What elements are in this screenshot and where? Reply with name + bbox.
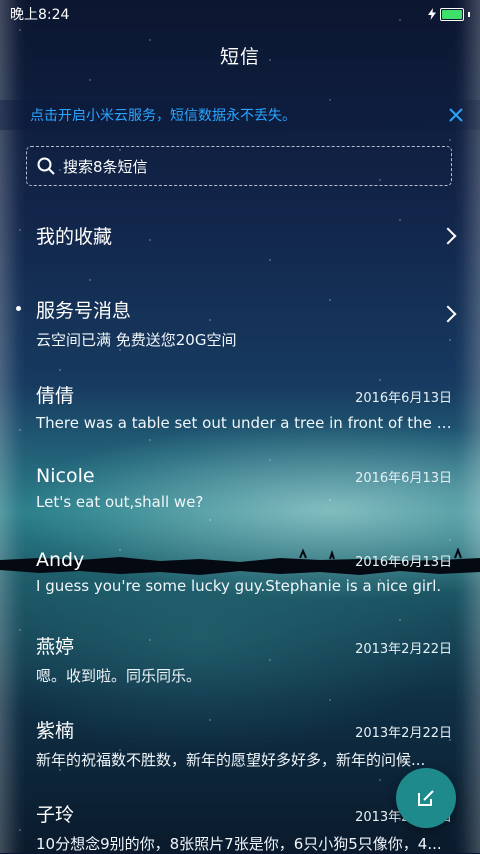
page-title: 短信 <box>219 46 260 68</box>
conversation-row[interactable]: 倩倩 2016年6月13日 There was a table set out … <box>0 381 480 432</box>
contact-name: Andy <box>36 549 85 571</box>
contact-name: 倩倩 <box>36 385 75 407</box>
unread-dot <box>16 306 21 311</box>
message-date: 2013年2月22日 <box>355 726 452 741</box>
contact-name: 紫楠 <box>36 720 75 742</box>
battery-icon <box>440 7 464 21</box>
cloud-service-banner[interactable]: 点击开启小米云服务，短信数据永不丢失。 <box>0 100 480 130</box>
search-icon <box>37 157 55 175</box>
conversation-row[interactable]: 燕婷 2013年2月22日 嗯。收到啦。同乐同乐。 <box>0 632 480 686</box>
conversation-row[interactable]: Andy 2016年6月13日 I guess you're some luck… <box>0 549 480 595</box>
message-preview: 嗯。收到啦。同乐同乐。 <box>36 667 202 685</box>
message-preview: I guess you're some lucky guy.Stephanie … <box>36 577 442 595</box>
banner-text[interactable]: 点击开启小米云服务，短信数据永不丢失。 <box>30 105 446 125</box>
message-date: 2013年2月22日 <box>355 642 452 657</box>
message-preview: 云空间已满 免费送您20G空间 <box>36 331 237 349</box>
contact-name: 燕婷 <box>36 636 75 658</box>
conversation-row[interactable]: 紫楠 2013年2月22日 新年的祝福数不胜数，新年的愿望好多好多，新年的问候.… <box>0 716 480 770</box>
message-preview: 10分想念9别的你，8张照片7张是你，6只小狗5只像你，4... <box>36 835 442 853</box>
message-preview: Let's eat out,shall we? <box>36 493 204 511</box>
compose-button[interactable] <box>396 768 456 828</box>
message-date: 2016年6月13日 <box>355 471 452 486</box>
service-messages-row[interactable]: 服务号消息 云空间已满 免费送您20G空间 <box>0 296 480 350</box>
charging-icon <box>428 8 436 20</box>
message-date: 2016年6月13日 <box>355 391 452 406</box>
status-time: 晚上8:24 <box>10 7 70 23</box>
message-preview: 新年的祝福数不胜数，新年的愿望好多好多，新年的问候... <box>36 751 426 769</box>
message-date: 2016年6月13日 <box>355 555 452 570</box>
contact-name: 子玲 <box>36 804 75 826</box>
favorites-label: 我的收藏 <box>36 226 113 248</box>
compose-icon <box>418 790 434 806</box>
message-preview: There was a table set out under a tree i… <box>36 414 452 432</box>
status-icons <box>428 7 470 21</box>
close-icon[interactable] <box>446 105 466 125</box>
contact-name: 服务号消息 <box>36 300 132 322</box>
favorites-row[interactable]: 我的收藏 <box>0 222 480 249</box>
contact-name: Nicole <box>36 465 95 487</box>
conversation-row[interactable]: Nicole 2016年6月13日 Let's eat out,shall we… <box>0 465 480 511</box>
status-bar: 晚上8:24 <box>0 0 480 28</box>
search-placeholder: 搜索8条短信 <box>63 157 148 176</box>
search-input[interactable]: 搜索8条短信 <box>26 146 452 186</box>
